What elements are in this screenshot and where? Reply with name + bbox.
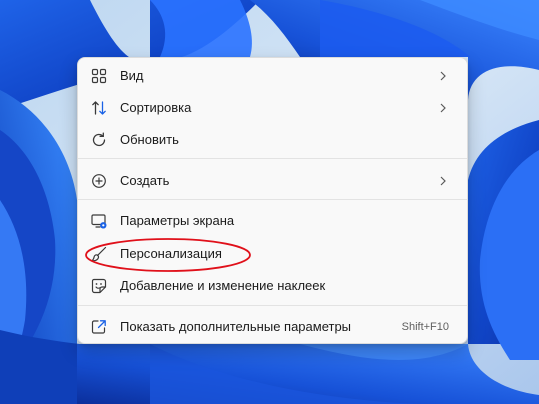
menu-separator	[78, 199, 467, 200]
menu-item-stickers[interactable]: Добавление и изменение наклеек	[82, 271, 463, 301]
brush-icon	[91, 246, 107, 262]
sticker-icon	[91, 278, 107, 294]
menu-item-label: Параметры экрана	[120, 213, 235, 228]
refresh-icon	[91, 132, 107, 148]
menu-separator	[78, 305, 467, 306]
more-options-icon	[91, 319, 107, 335]
grid-icon	[91, 68, 107, 84]
menu-item-show-more-options[interactable]: Показать дополнительные параметры Shift+…	[82, 312, 463, 342]
desktop-context-menu: Вид Сортировка Обновить Создать Параметр…	[77, 57, 468, 344]
menu-item-label: Создать	[120, 173, 170, 188]
chevron-right-icon	[437, 70, 449, 82]
menu-separator	[78, 158, 467, 159]
menu-item-label: Сортировка	[120, 100, 192, 115]
menu-item-personalization[interactable]: Персонализация	[82, 239, 463, 269]
menu-item-label: Добавление и изменение наклеек	[120, 278, 326, 293]
chevron-right-icon	[437, 175, 449, 187]
sort-icon	[91, 100, 107, 116]
menu-item-refresh[interactable]: Обновить	[82, 125, 463, 155]
add-circle-icon	[91, 173, 107, 189]
display-settings-icon	[91, 213, 107, 229]
menu-item-label: Персонализация	[120, 246, 222, 261]
menu-item-sort[interactable]: Сортировка	[82, 93, 463, 123]
menu-item-label: Вид	[120, 68, 144, 83]
menu-item-label: Показать дополнительные параметры	[120, 319, 352, 334]
keyboard-shortcut: Shift+F10	[401, 321, 449, 333]
menu-item-view[interactable]: Вид	[82, 61, 463, 91]
menu-item-label: Обновить	[120, 132, 179, 147]
menu-item-display-settings[interactable]: Параметры экрана	[82, 206, 463, 236]
chevron-right-icon	[437, 102, 449, 114]
menu-item-new[interactable]: Создать	[82, 166, 463, 196]
